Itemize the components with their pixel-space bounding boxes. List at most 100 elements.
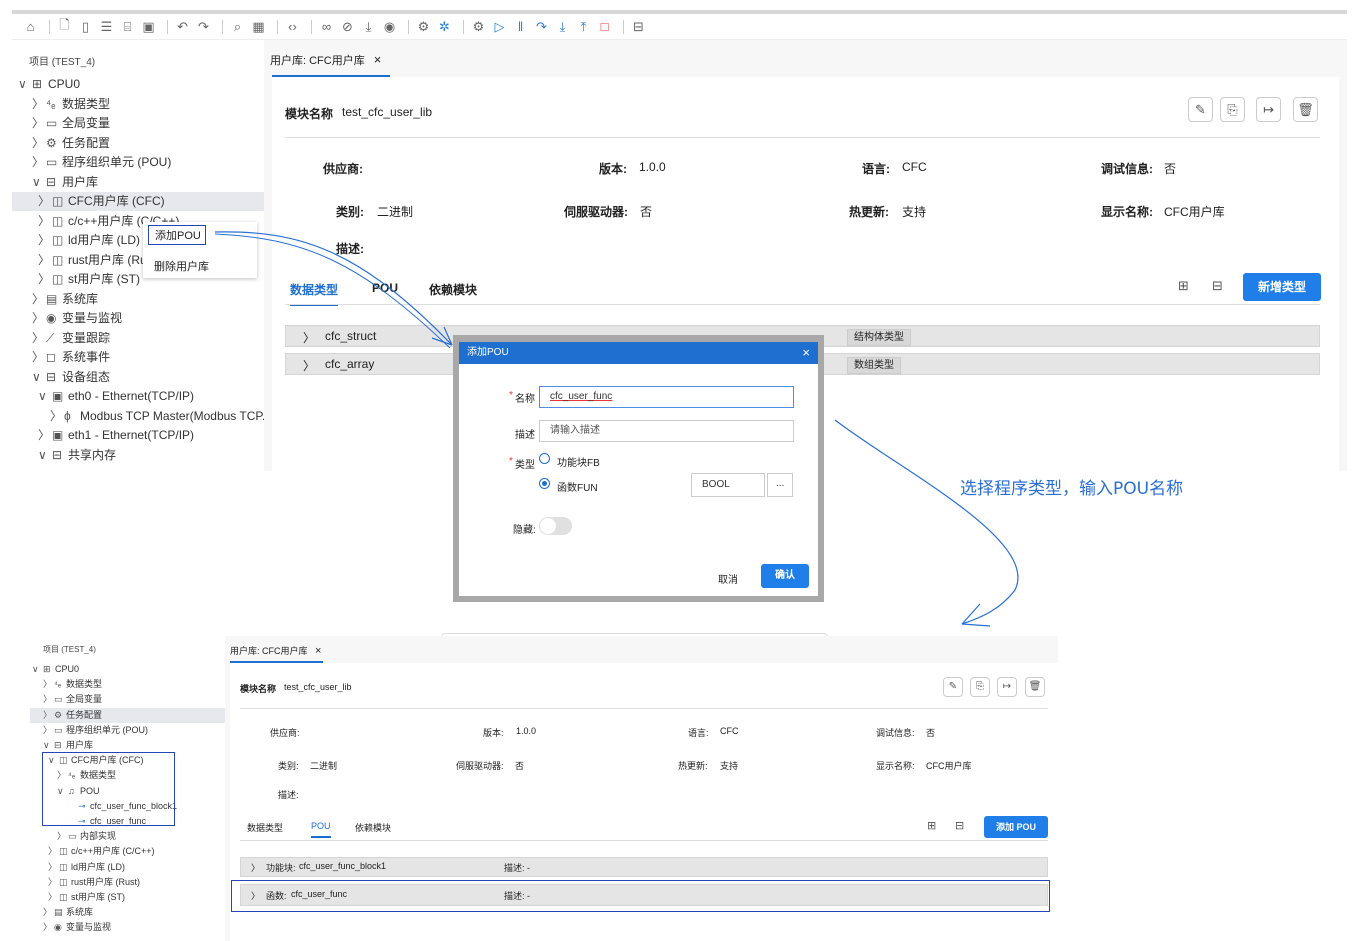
tab-dependencies[interactable]: 依赖模块	[355, 821, 391, 834]
tree-item[interactable]: 〉 ◫ rust用户库 (Rust)	[48, 875, 140, 890]
debug-icon[interactable]: ✲	[436, 19, 453, 35]
export-icon[interactable]: ⎘	[1220, 97, 1245, 122]
hidden-toggle[interactable]	[539, 517, 572, 535]
unlink-icon[interactable]: ⊘	[339, 19, 356, 35]
tree-item[interactable]: ∨ ⊟ 用户库	[43, 738, 93, 753]
chevron-right-icon[interactable]: 〉	[38, 270, 52, 289]
add-pou-button[interactable]: 添加 POU	[984, 816, 1048, 838]
return-type-field[interactable]: BOOL	[691, 473, 765, 497]
editor-tab[interactable]: 用户库: CFC用户库 ×	[270, 52, 381, 74]
collapse-all-icon[interactable]: ⊟	[955, 819, 964, 832]
step-into-icon[interactable]: ⤓	[554, 19, 571, 35]
chevron-right-icon[interactable]: 〉	[50, 407, 64, 426]
tree-item[interactable]: 〉 ϕ Modbus TCP Master(Modbus TCP...	[50, 407, 272, 426]
expand-all-icon[interactable]: ⊞	[1178, 278, 1189, 294]
description-input[interactable]: 请输入描述	[539, 420, 794, 442]
add-type-button[interactable]: 新增类型	[1243, 273, 1321, 301]
tree-item[interactable]: 〉 ▤ 系统库	[43, 905, 93, 920]
tree-item[interactable]: 〉 ◻ 系统事件	[32, 348, 110, 367]
chevron-down-icon[interactable]: ∨	[38, 387, 52, 406]
tree-item[interactable]: 〉 ◉ 变量与监视	[32, 309, 122, 328]
chevron-down-icon[interactable]: ∨	[43, 738, 54, 753]
pou-row[interactable]: 〉 功能块: cfc_user_func_block1 描述: -	[240, 857, 1048, 877]
tree-item[interactable]: 〉 ▣ eth1 - Ethernet(TCP/IP)	[38, 426, 194, 445]
tree-item[interactable]: 〉 ▭ 全局变量	[43, 692, 102, 707]
name-input[interactable]: cfc_user_func	[539, 386, 794, 408]
step-out-icon[interactable]: ⤒	[575, 19, 592, 35]
cancel-button[interactable]: 取消	[718, 571, 738, 586]
redo-icon[interactable]: ↷	[195, 19, 212, 35]
radio-fb[interactable]	[539, 453, 550, 464]
tree-item[interactable]: 〉 ⁴ₑ 数据类型	[43, 677, 102, 692]
chevron-right-icon[interactable]: 〉	[57, 829, 68, 844]
chevron-right-icon[interactable]: 〉	[32, 153, 46, 172]
editor-tab[interactable]: 用户库: CFC用户库 ×	[230, 644, 321, 657]
chevron-down-icon[interactable]: ∨	[32, 173, 46, 192]
tree-item[interactable]: 〉 ▭ 程序组织单元 (POU)	[43, 723, 148, 738]
expand-all-icon[interactable]: ⊞	[927, 819, 936, 832]
chevron-right-icon[interactable]: 〉	[32, 290, 46, 309]
chevron-down-icon[interactable]: ∨	[38, 446, 52, 465]
tree-item[interactable]: 〉 ◫ CFC用户库 (CFC)	[12, 192, 290, 211]
link-icon[interactable]: ∞	[318, 19, 335, 34]
code-icon[interactable]: ‹›	[284, 19, 301, 34]
search-icon[interactable]: ⌕	[229, 19, 246, 35]
chevron-right-icon[interactable]: 〉	[38, 426, 52, 445]
radio-fun[interactable]	[539, 478, 550, 489]
tree-item[interactable]: 〉 ◫ rust用户库 (Rust)	[38, 251, 160, 270]
chevron-right-icon[interactable]: 〉	[48, 875, 59, 890]
chevron-right-icon[interactable]: 〉	[48, 844, 59, 859]
package-icon[interactable]: ⊟	[630, 19, 647, 35]
undo-icon[interactable]: ↶	[174, 19, 191, 35]
chevron-down-icon[interactable]: ∨	[18, 75, 32, 94]
compile-icon[interactable]: ⚙	[470, 19, 487, 35]
chevron-right-icon[interactable]: 〉	[48, 860, 59, 875]
chevron-right-icon[interactable]: 〉	[32, 134, 46, 153]
pause-icon[interactable]: ‖	[512, 19, 529, 34]
stop-icon[interactable]: □	[596, 19, 613, 34]
chevron-right-icon[interactable]: 〉	[32, 114, 46, 133]
chevron-right-icon[interactable]: 〉	[32, 309, 46, 328]
chevron-right-icon[interactable]: 〉	[43, 920, 54, 935]
open-folder-icon[interactable]: ⌸	[119, 19, 136, 35]
save-icon[interactable]: ▣	[140, 19, 157, 35]
chevron-down-icon[interactable]: ∨	[32, 368, 46, 387]
tab-data-types[interactable]: 数据类型	[290, 281, 339, 306]
delete-icon[interactable]: 🗑	[1293, 97, 1318, 122]
tree-item[interactable]: ∨ ⊞ CPU0	[32, 662, 79, 677]
chevron-right-icon[interactable]: 〉	[38, 212, 52, 231]
move-icon[interactable]: ↦	[997, 677, 1017, 697]
tree-item[interactable]: 〉 ◫ c/c++用户库 (C/C++)	[48, 844, 155, 859]
download-icon[interactable]: ⤓	[360, 19, 377, 35]
close-icon[interactable]: ×	[802, 342, 810, 364]
delete-icon[interactable]: 🗑	[1025, 677, 1045, 697]
menu-item-add-pou[interactable]: 添加POU	[148, 225, 206, 245]
tree-item[interactable]: 〉 ▭ 程序组织单元 (POU)	[32, 153, 171, 172]
collapse-all-icon[interactable]: ⊟	[1212, 278, 1223, 294]
tree-item[interactable]: 〉 ▭ 内部实现	[57, 829, 116, 844]
tree-item[interactable]: ∨ ⊞ CPU0	[18, 75, 80, 94]
list-icon[interactable]: ☰	[98, 19, 115, 35]
chevron-right-icon[interactable]: 〉	[43, 692, 54, 707]
build-icon[interactable]: ▦	[250, 19, 267, 35]
tree-item[interactable]: ∨ ⊟ 共享内存	[38, 446, 116, 465]
menu-item-delete-library[interactable]: 删除用户库	[154, 258, 209, 274]
chevron-right-icon[interactable]: 〉	[32, 348, 46, 367]
tree-item[interactable]: ∨ ⊟ 用户库	[32, 173, 98, 192]
tree-item[interactable]: 〉 ⁴ₑ 数据类型	[32, 95, 110, 114]
tree-item[interactable]: 〉 ◉ 变量与监视	[43, 920, 111, 935]
settings-icon[interactable]: ⚙	[415, 19, 432, 35]
tree-item[interactable]: 〉 ◫ ld用户库 (LD)	[38, 231, 140, 250]
tree-item[interactable]: 〉 ▭ 全局变量	[32, 114, 110, 133]
tree-item[interactable]: 〉 ▤ 系统库	[32, 290, 98, 309]
chevron-right-icon[interactable]: 〉	[48, 890, 59, 905]
tree-item[interactable]: 〉 ◫ ld用户库 (LD)	[48, 860, 125, 875]
tab-pou[interactable]: POU	[372, 281, 398, 295]
chevron-right-icon[interactable]: 〉	[38, 231, 52, 250]
tab-dependencies[interactable]: 依赖模块	[429, 281, 477, 298]
export-icon[interactable]: ⎘	[970, 677, 990, 697]
chevron-right-icon[interactable]: 〉	[38, 251, 52, 270]
device-icon[interactable]: ▯	[77, 19, 94, 35]
step-icon[interactable]: ↷	[533, 19, 550, 35]
chevron-right-icon[interactable]: 〉	[43, 723, 54, 738]
